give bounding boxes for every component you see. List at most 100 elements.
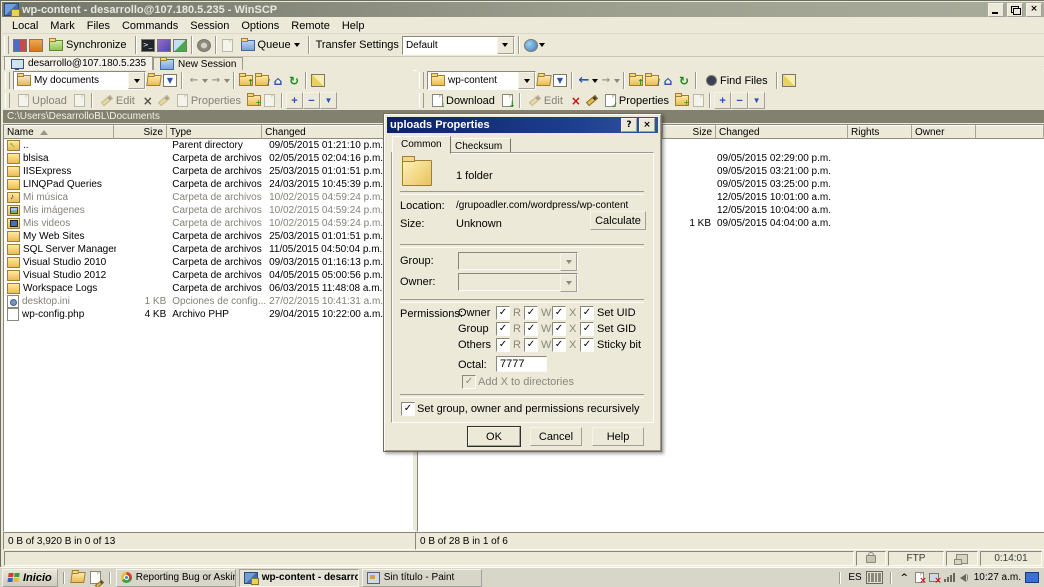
remote-select-plus-icon[interactable]: + [714,92,731,109]
console-icon[interactable]: >_ [140,38,156,53]
network-blocked-icon[interactable] [929,573,940,583]
remote-properties-button[interactable]: ✓ Properties [600,92,674,109]
remote-dir-combo[interactable]: wp-content [427,71,536,90]
file-row[interactable]: Visual Studio 2010 Carpeta de archivos 0… [4,256,414,269]
remote-root-dir-icon[interactable]: / [644,73,660,88]
synchronize-button[interactable]: Synchronize [44,37,132,53]
perm-r-checkbox[interactable]: ✓ [496,322,510,336]
local-col-type[interactable]: Type [167,125,262,139]
local-parent-dir-icon[interactable]: ↑ [238,73,254,88]
local-refresh-icon[interactable]: ↻ [286,73,302,88]
preferences-gear-icon[interactable] [196,38,212,53]
dialog-help-button[interactable]: ? [621,118,637,132]
dialog-close-button[interactable]: × [639,118,655,132]
tab-common[interactable]: Common [392,136,451,154]
toolbar-grip[interactable] [4,36,9,54]
compare-panels-icon[interactable] [12,38,28,53]
local-new-folder-icon[interactable]: + [246,93,262,108]
perm-r-checkbox[interactable]: ✓ [496,338,510,352]
perm-x-checkbox[interactable]: ✓ [552,322,566,336]
recursive-checkbox[interactable]: ✓ [401,402,415,416]
file-row[interactable]: Mi música Carpeta de archivos 10/02/2015… [4,191,414,204]
download-button[interactable]: ↓ Download [427,92,500,109]
local-network-icon[interactable] [310,73,326,88]
local-home-icon[interactable]: ⌂ [270,73,286,88]
file-row[interactable]: Mis imágenes Carpeta de archivos 10/02/2… [4,204,414,217]
signal-icon[interactable] [944,573,955,582]
combo-dropdown-button[interactable] [497,37,514,54]
perm-w-checkbox[interactable]: ✓ [524,338,538,352]
download-background-icon[interactable]: ↓ [500,93,516,108]
ok-button[interactable]: OK [468,427,520,446]
chevron-icon[interactable]: ^ [899,573,910,583]
menu-item[interactable]: Help [336,19,371,33]
transfer-preset-icon[interactable] [523,38,539,53]
status-protocol-panel[interactable]: FTP [888,551,944,566]
quicklaunch-notes-icon[interactable] [88,570,104,585]
transfer-settings-combo[interactable]: Default [402,36,515,55]
remote-back-arrow-icon[interactable]: ← [576,73,592,88]
task-button[interactable]: Sin título - Paint [362,569,482,587]
local-dir-combo[interactable]: My documents [13,71,146,90]
remote-col-rights[interactable]: Rights [848,125,912,139]
remote-refresh-icon[interactable]: ↻ [676,73,692,88]
start-button[interactable]: Inicio [2,569,58,587]
language-indicator[interactable]: ES [848,572,861,583]
remote-selection-filter-icon[interactable]: ▼ [748,92,765,109]
remote-tree-icon[interactable] [781,73,797,88]
calculate-button[interactable]: Calculate [590,211,646,230]
perm-special-checkbox[interactable]: ✓ [580,338,594,352]
menu-item[interactable]: Commands [116,19,184,33]
menu-item[interactable]: Local [6,19,44,33]
local-filter-icon[interactable]: ▼ [162,73,178,88]
remote-col-changed[interactable]: Changed [716,125,848,139]
session-tab-current[interactable]: desarrollo@107.180.5.235 [4,56,153,70]
remote-col-size[interactable]: Size [663,125,716,139]
remote-unselect-minus-icon[interactable]: − [731,92,748,109]
clock[interactable]: 10:27 a.m. [974,572,1021,583]
perm-r-checkbox[interactable]: ✓ [496,306,510,320]
file-row[interactable]: Visual Studio 2012 Carpeta de archivos 0… [4,269,414,282]
perm-special-checkbox[interactable]: ✓ [580,322,594,336]
menu-item[interactable]: Remote [285,19,336,33]
file-row[interactable]: Workspace Logs Carpeta de archivos 06/03… [4,282,414,295]
remote-open-folder-icon[interactable] [536,73,552,88]
file-row[interactable]: IISExpress Carpeta de archivos 25/03/201… [4,165,414,178]
quicklaunch-folder-icon[interactable] [70,570,86,585]
dialog-title-bar[interactable]: uploads Properties ? × [387,117,658,133]
session-colors-icon[interactable] [156,38,172,53]
remote-parent-dir-icon[interactable]: ↑ [628,73,644,88]
session-tab-new[interactable]: New Session [153,57,243,70]
file-row[interactable]: desktop.ini 1 KB Opciones de config... 2… [4,295,414,308]
display-icon[interactable] [1025,572,1039,583]
local-col-name[interactable]: Name [4,125,114,139]
local-select-plus-icon[interactable]: + [286,92,303,109]
perm-x-checkbox[interactable]: ✓ [552,338,566,352]
task-button[interactable]: Reporting Bug or Asking ... [116,569,236,587]
local-path-bar[interactable]: C:\Users\DesarrolloBL\Documents [3,110,417,123]
file-row[interactable]: .. Parent directory 09/05/2015 01:21:10 … [4,139,414,152]
remote-filter-icon[interactable]: ▼ [552,73,568,88]
local-open-folder-icon[interactable] [146,73,162,88]
find-files-button[interactable]: Find Files [700,71,773,90]
menu-item[interactable]: Mark [44,19,80,33]
remote-new-folder-icon[interactable]: + [674,93,690,108]
sync-browsing-icon[interactable] [28,38,44,53]
speaker-icon[interactable]: ) [959,573,970,583]
restore-button[interactable] [1007,3,1023,17]
perm-x-checkbox[interactable]: ✓ [552,306,566,320]
close-button[interactable]: × [1026,3,1042,17]
menu-item[interactable]: Session [184,19,235,33]
task-button[interactable]: wp-content - desarrol... [239,569,359,587]
menu-item[interactable]: Files [81,19,116,33]
file-row[interactable]: LINQPad Queries Carpeta de archivos 24/0… [4,178,414,191]
refresh-panel-icon[interactable] [172,38,188,53]
cancel-button[interactable]: Cancel [530,427,582,446]
perm-w-checkbox[interactable]: ✓ [524,306,538,320]
minimize-button[interactable] [988,3,1004,17]
perm-w-checkbox[interactable]: ✓ [524,322,538,336]
file-row[interactable]: SQL Server Manageme... Carpeta de archiv… [4,243,414,256]
perm-special-checkbox[interactable]: ✓ [580,306,594,320]
local-root-dir-icon[interactable]: / [254,73,270,88]
remote-delete-x-icon[interactable]: × [568,93,584,108]
